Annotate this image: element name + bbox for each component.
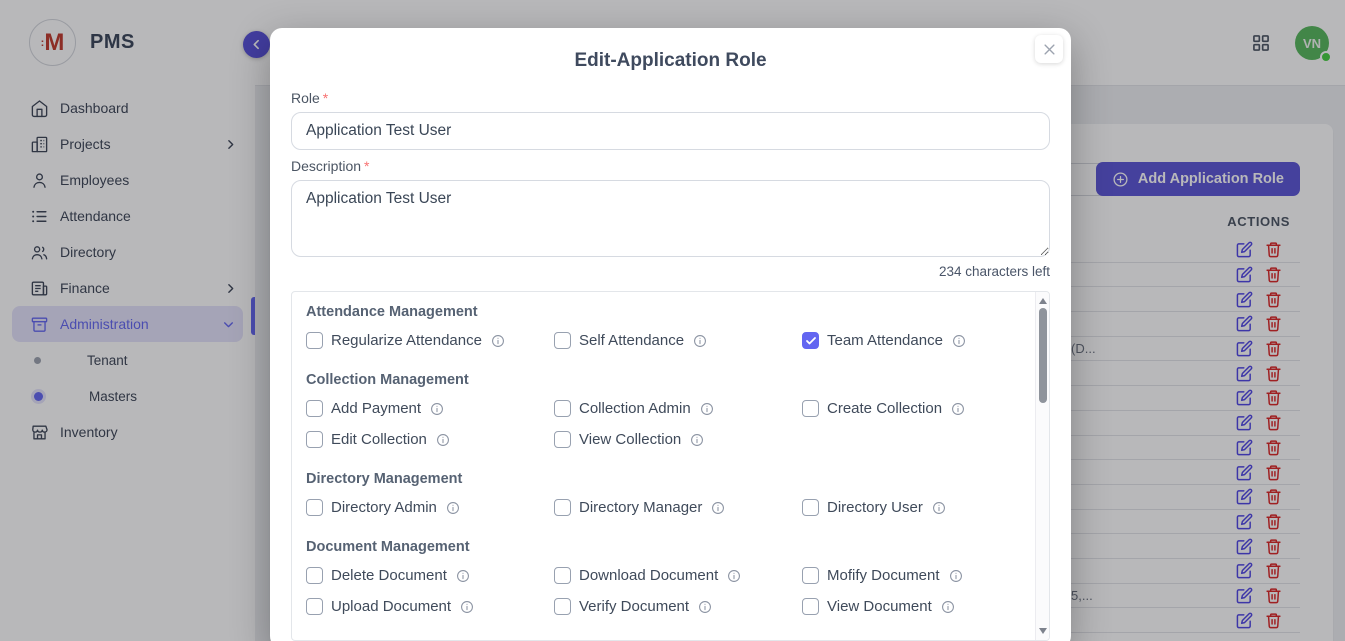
permission-option-mofify-document[interactable]: Mofify Document	[802, 567, 1021, 584]
screen: : M PMS DashboardProjectsEmployeesAttend…	[0, 0, 1345, 641]
checkbox[interactable]	[306, 431, 323, 448]
info-icon	[951, 402, 965, 416]
permission-option-upload-document[interactable]: Upload Document	[306, 598, 554, 615]
permission-section: Collection Management Add Payment Collecti…	[306, 373, 1021, 448]
info-icon	[690, 433, 704, 447]
info-icon	[456, 569, 470, 583]
info-icon	[941, 600, 955, 614]
checkbox[interactable]	[802, 332, 819, 349]
scrollbar-thumb[interactable]	[1039, 308, 1047, 403]
permission-label: View Document	[827, 598, 932, 615]
edit-application-role-modal: Edit-Application Role Role* Description*…	[270, 28, 1071, 641]
permission-option-directory-user[interactable]: Directory User	[802, 499, 1021, 516]
required-marker: *	[364, 158, 369, 174]
section-title: Collection Management	[306, 373, 1021, 388]
checkbox[interactable]	[554, 431, 571, 448]
permission-label: Download Document	[579, 567, 718, 584]
permission-option-download-document[interactable]: Download Document	[554, 567, 802, 584]
permission-option-edit-collection[interactable]: Edit Collection	[306, 431, 554, 448]
close-icon	[1042, 42, 1057, 57]
info-icon	[693, 334, 707, 348]
permission-label: Collection Admin	[579, 400, 691, 417]
permission-option-delete-document[interactable]: Delete Document	[306, 567, 554, 584]
section-title: Attendance Management	[306, 305, 1021, 320]
perm-sections: Attendance Management Regularize Attendan…	[306, 305, 1021, 615]
permission-label: Add Payment	[331, 400, 421, 417]
scroll-down-arrow-icon[interactable]	[1039, 628, 1047, 634]
permission-label: Self Attendance	[579, 332, 684, 349]
section-title: Document Management	[306, 540, 1021, 555]
permission-label: Directory Manager	[579, 499, 702, 516]
checkbox[interactable]	[554, 598, 571, 615]
permission-option-create-collection[interactable]: Create Collection	[802, 400, 1021, 417]
permission-option-verify-document[interactable]: Verify Document	[554, 598, 802, 615]
permission-section: Document Management Delete Document Downlo…	[306, 540, 1021, 615]
info-icon	[436, 433, 450, 447]
permission-label: Mofify Document	[827, 567, 940, 584]
permission-label: Delete Document	[331, 567, 447, 584]
permission-option-directory-manager[interactable]: Directory Manager	[554, 499, 802, 516]
permission-option-self-attendance[interactable]: Self Attendance	[554, 332, 802, 349]
scrollbar[interactable]	[1035, 292, 1049, 640]
permission-label: Create Collection	[827, 400, 942, 417]
permission-label: View Collection	[579, 431, 681, 448]
permission-option-view-document[interactable]: View Document	[802, 598, 1021, 615]
permission-label: Regularize Attendance	[331, 332, 482, 349]
checkbox[interactable]	[306, 400, 323, 417]
options-grid: Directory Admin Directory Manager Director…	[306, 499, 1021, 516]
checkbox[interactable]	[306, 499, 323, 516]
info-icon	[711, 501, 725, 515]
characters-left-counter: 234 characters left	[291, 264, 1050, 279]
info-icon	[460, 600, 474, 614]
permission-label: Team Attendance	[827, 332, 943, 349]
checkbox[interactable]	[306, 567, 323, 584]
permission-option-directory-admin[interactable]: Directory Admin	[306, 499, 554, 516]
permission-option-collection-admin[interactable]: Collection Admin	[554, 400, 802, 417]
checkbox[interactable]	[554, 499, 571, 516]
description-textarea[interactable]: Application Test User	[291, 180, 1050, 257]
permission-label: Directory Admin	[331, 499, 437, 516]
checkbox[interactable]	[554, 567, 571, 584]
permission-option-team-attendance[interactable]: Team Attendance	[802, 332, 1021, 349]
info-icon	[491, 334, 505, 348]
permission-label: Edit Collection	[331, 431, 427, 448]
options-grid: Add Payment Collection Admin Create Collec…	[306, 400, 1021, 448]
permission-option-view-collection[interactable]: View Collection	[554, 431, 802, 448]
permission-option-add-payment[interactable]: Add Payment	[306, 400, 554, 417]
checkbox[interactable]	[802, 567, 819, 584]
permission-label: Verify Document	[579, 598, 689, 615]
description-field-label: Description*	[291, 158, 1050, 174]
options-grid: Regularize Attendance Self Attendance Team…	[306, 332, 1021, 349]
permission-option-regularize-attendance[interactable]: Regularize Attendance	[306, 332, 554, 349]
checkbox[interactable]	[554, 332, 571, 349]
info-icon	[949, 569, 963, 583]
role-input[interactable]	[291, 112, 1050, 150]
info-icon	[430, 402, 444, 416]
role-field-label: Role*	[291, 90, 1050, 106]
permissions-box: Attendance Management Regularize Attendan…	[291, 291, 1050, 641]
modal-close-button[interactable]	[1035, 35, 1063, 63]
permission-label: Directory User	[827, 499, 923, 516]
info-icon	[727, 569, 741, 583]
info-icon	[932, 501, 946, 515]
options-grid: Delete Document Download Document Mofify D…	[306, 567, 1021, 615]
modal-title: Edit-Application Role	[291, 50, 1050, 72]
checkbox[interactable]	[802, 400, 819, 417]
checkbox[interactable]	[306, 598, 323, 615]
permission-label: Upload Document	[331, 598, 451, 615]
checkbox[interactable]	[802, 499, 819, 516]
checkbox[interactable]	[554, 400, 571, 417]
scroll-up-arrow-icon[interactable]	[1039, 298, 1047, 304]
section-title: Directory Management	[306, 472, 1021, 487]
info-icon	[952, 334, 966, 348]
permission-section: Directory ManagementDirectory AdminDirec…	[306, 472, 1021, 516]
info-icon	[698, 600, 712, 614]
checkbox[interactable]	[306, 332, 323, 349]
permission-section: Attendance Management Regularize Attendan…	[306, 305, 1021, 349]
required-marker: *	[323, 90, 328, 106]
checkbox[interactable]	[802, 598, 819, 615]
info-icon	[446, 501, 460, 515]
info-icon	[700, 402, 714, 416]
